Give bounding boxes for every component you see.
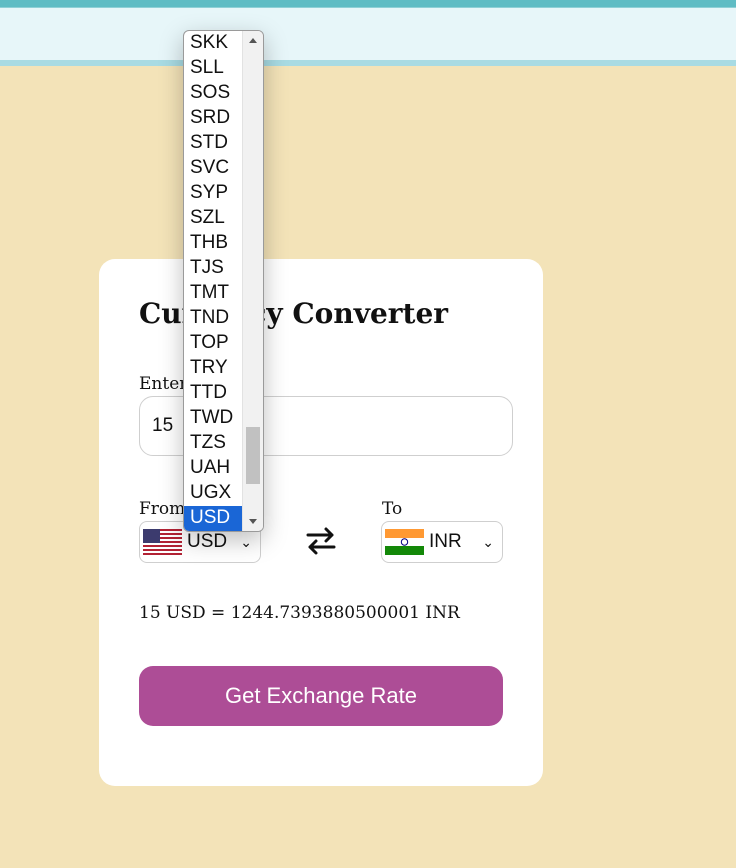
scroll-down-icon[interactable]	[249, 519, 257, 524]
dropdown-option[interactable]: TRY	[184, 356, 242, 381]
india-flag-icon	[385, 529, 424, 555]
top-banner	[0, 0, 736, 66]
from-label: From	[139, 499, 186, 519]
dropdown-option[interactable]: UGX	[184, 481, 242, 506]
dropdown-option[interactable]: SLL	[184, 56, 242, 81]
dropdown-option[interactable]: USD	[184, 506, 242, 531]
dropdown-option[interactable]: TZS	[184, 431, 242, 456]
dropdown-option[interactable]: SVC	[184, 156, 242, 181]
dropdown-option[interactable]: SRD	[184, 106, 242, 131]
dropdown-option[interactable]: THB	[184, 231, 242, 256]
dropdown-option[interactable]: TJS	[184, 256, 242, 281]
dropdown-option[interactable]: TOP	[184, 331, 242, 356]
top-accent-bar	[0, 0, 736, 8]
banner-divider	[0, 60, 736, 66]
to-currency-value: INR	[429, 531, 462, 552]
to-currency-select[interactable]: INR ⌄	[381, 521, 503, 563]
get-exchange-rate-button[interactable]: Get Exchange Rate	[139, 666, 503, 726]
dropdown-option[interactable]: SZL	[184, 206, 242, 231]
dropdown-option[interactable]: UAH	[184, 456, 242, 481]
chevron-down-icon: ⌄	[240, 533, 252, 550]
from-currency-value: USD	[187, 531, 228, 552]
dropdown-option[interactable]: TND	[184, 306, 242, 331]
dropdown-option[interactable]: TMT	[184, 281, 242, 306]
dropdown-option[interactable]: SYP	[184, 181, 242, 206]
dropdown-option[interactable]: SOS	[184, 81, 242, 106]
conversion-result: 15 USD = 1244.7393880500001 INR	[139, 603, 460, 623]
dropdown-scrollbar[interactable]	[242, 31, 263, 531]
us-flag-icon	[143, 529, 182, 555]
dropdown-option[interactable]: SKK	[184, 31, 242, 56]
chevron-down-icon: ⌄	[482, 533, 494, 550]
dropdown-option[interactable]: TTD	[184, 381, 242, 406]
scroll-up-icon[interactable]	[249, 38, 257, 43]
dropdown-option[interactable]: TWD	[184, 406, 242, 431]
currency-dropdown-list[interactable]: SKK SLL SOS SRD STD SVC SYP SZL THB TJS TMT TND TOP T…	[183, 30, 264, 532]
scrollbar-thumb[interactable]	[246, 427, 260, 484]
dropdown-option[interactable]: STD	[184, 131, 242, 156]
to-label: To	[382, 499, 403, 519]
dropdown-options: SKK SLL SOS SRD STD SVC SYP SZL THB TJS TMT TND TOP T…	[184, 31, 242, 531]
swap-currencies-icon[interactable]	[304, 524, 338, 558]
converter-card: Currency Converter Enter Amount 15 From …	[99, 259, 543, 786]
